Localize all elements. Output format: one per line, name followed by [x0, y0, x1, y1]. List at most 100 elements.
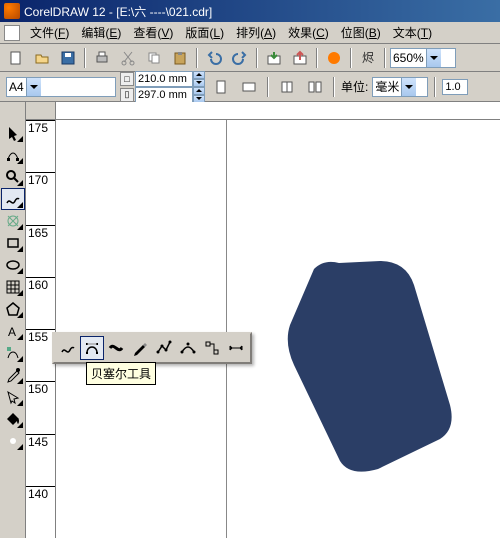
- menu-b[interactable]: 位图(B): [335, 22, 387, 43]
- smart-tool[interactable]: [1, 210, 25, 232]
- chevron-down-icon: [401, 78, 416, 96]
- chevron-down-icon: [426, 49, 441, 67]
- separator: [196, 48, 198, 68]
- units-dropdown[interactable]: 毫米: [372, 77, 428, 97]
- zoom-tool[interactable]: [1, 166, 25, 188]
- paper-size-dropdown[interactable]: A4: [6, 77, 116, 97]
- width-spinner[interactable]: [193, 71, 205, 87]
- corel-online-button[interactable]: 烬: [356, 46, 380, 70]
- paste-button[interactable]: [168, 46, 192, 70]
- shape-tool[interactable]: [1, 144, 25, 166]
- toolbox: A: [0, 102, 26, 538]
- dimension-tool-flyout[interactable]: [224, 336, 248, 360]
- tooltip: 贝塞尔工具: [86, 362, 156, 385]
- redo-button[interactable]: [228, 46, 252, 70]
- new-button[interactable]: [4, 46, 28, 70]
- export-button[interactable]: [288, 46, 312, 70]
- outline-tool[interactable]: [1, 386, 25, 408]
- separator: [350, 48, 352, 68]
- separator: [333, 77, 335, 97]
- freehand-tool-flyout[interactable]: [56, 336, 80, 360]
- window-title: CorelDRAW 12 - [E:\六 ----\021.cdr]: [24, 3, 496, 20]
- main-area: A 175170165160155150145140 贝塞尔工具: [0, 102, 500, 538]
- app-launcher-button[interactable]: [322, 46, 346, 70]
- ruler-tick: 175: [26, 120, 55, 172]
- ruler-tick: 170: [26, 172, 55, 224]
- paper-size-value: A4: [9, 80, 24, 94]
- page-width-input[interactable]: [135, 71, 193, 87]
- separator: [384, 48, 386, 68]
- separator: [84, 48, 86, 68]
- poly-tool[interactable]: [1, 298, 25, 320]
- fill-tool[interactable]: [1, 408, 25, 430]
- facing-pages-button[interactable]: [303, 75, 327, 99]
- drawn-shape[interactable]: [284, 255, 454, 475]
- width-icon: □: [120, 72, 134, 86]
- interactive-tool[interactable]: [1, 342, 25, 364]
- height-icon: ▯: [120, 88, 134, 102]
- text-tool[interactable]: A: [1, 320, 25, 342]
- polyline-tool-flyout[interactable]: [152, 336, 176, 360]
- ruler-origin[interactable]: [26, 102, 56, 119]
- freehand-tool[interactable]: [1, 188, 25, 210]
- document-icon: [4, 25, 20, 41]
- artistic-tool-flyout[interactable]: [104, 336, 128, 360]
- portrait-button[interactable]: [209, 75, 233, 99]
- separator: [434, 77, 436, 97]
- menu-v[interactable]: 查看(V): [127, 22, 179, 43]
- menu-l[interactable]: 版面(L): [179, 22, 230, 43]
- eyedrop-tool[interactable]: [1, 364, 25, 386]
- ruler-tick: 155: [26, 329, 55, 381]
- separator: [256, 48, 258, 68]
- 3ptcurve-tool-flyout[interactable]: [176, 336, 200, 360]
- bezier-tool-flyout[interactable]: [80, 336, 104, 360]
- save-button[interactable]: [56, 46, 80, 70]
- pen-tool-flyout[interactable]: [128, 336, 152, 360]
- app-icon: [4, 3, 20, 19]
- ruler-tick: 145: [26, 434, 55, 486]
- import-button[interactable]: [262, 46, 286, 70]
- menu-a[interactable]: 排列(A): [230, 22, 282, 43]
- graph-tool[interactable]: [1, 276, 25, 298]
- menu-c[interactable]: 效果(C): [282, 22, 335, 43]
- menu-t[interactable]: 文本(T): [387, 22, 438, 43]
- zoom-value: 650%: [393, 51, 424, 65]
- drawing-canvas[interactable]: [56, 120, 500, 538]
- undo-button[interactable]: [202, 46, 226, 70]
- ruler-tick: 160: [26, 277, 55, 329]
- print-button[interactable]: [90, 46, 114, 70]
- ruler-tick: 150: [26, 381, 55, 433]
- cut-button[interactable]: [116, 46, 140, 70]
- zoom-dropdown[interactable]: 650%: [390, 48, 456, 68]
- title-bar: CorelDRAW 12 - [E:\六 ----\021.cdr]: [0, 0, 500, 22]
- ruler-vertical: 175170165160155150145140: [26, 120, 56, 538]
- svg-text:A: A: [8, 325, 16, 339]
- ruler-horizontal: [26, 102, 500, 120]
- page-height-input[interactable]: [135, 87, 193, 103]
- svg-text:烬: 烬: [362, 51, 374, 65]
- separator: [316, 48, 318, 68]
- ruler-tick: 165: [26, 225, 55, 277]
- chevron-down-icon: [26, 78, 41, 96]
- page-boundary: [226, 120, 227, 538]
- curve-flyout: [52, 332, 252, 364]
- nudge-offset-input[interactable]: [442, 79, 468, 95]
- pick-tool[interactable]: [1, 122, 25, 144]
- rect-tool[interactable]: [1, 232, 25, 254]
- connector-tool-flyout[interactable]: [200, 336, 224, 360]
- open-button[interactable]: [30, 46, 54, 70]
- ruler-tick: 140: [26, 486, 55, 538]
- units-value: 毫米: [375, 78, 399, 95]
- separator: [267, 77, 269, 97]
- page-dimensions: □ ▯: [120, 71, 205, 103]
- copy-button[interactable]: [142, 46, 166, 70]
- pages-button[interactable]: [275, 75, 299, 99]
- property-bar: A4 □ ▯ 单位: 毫米: [0, 72, 500, 102]
- menu-f[interactable]: 文件(F): [24, 22, 75, 43]
- height-spinner[interactable]: [193, 87, 205, 103]
- canvas-area: 175170165160155150145140 贝塞尔工具: [26, 102, 500, 538]
- menu-e[interactable]: 编辑(E): [75, 22, 127, 43]
- landscape-button[interactable]: [237, 75, 261, 99]
- ellipse-tool[interactable]: [1, 254, 25, 276]
- ifill-tool[interactable]: [1, 430, 25, 452]
